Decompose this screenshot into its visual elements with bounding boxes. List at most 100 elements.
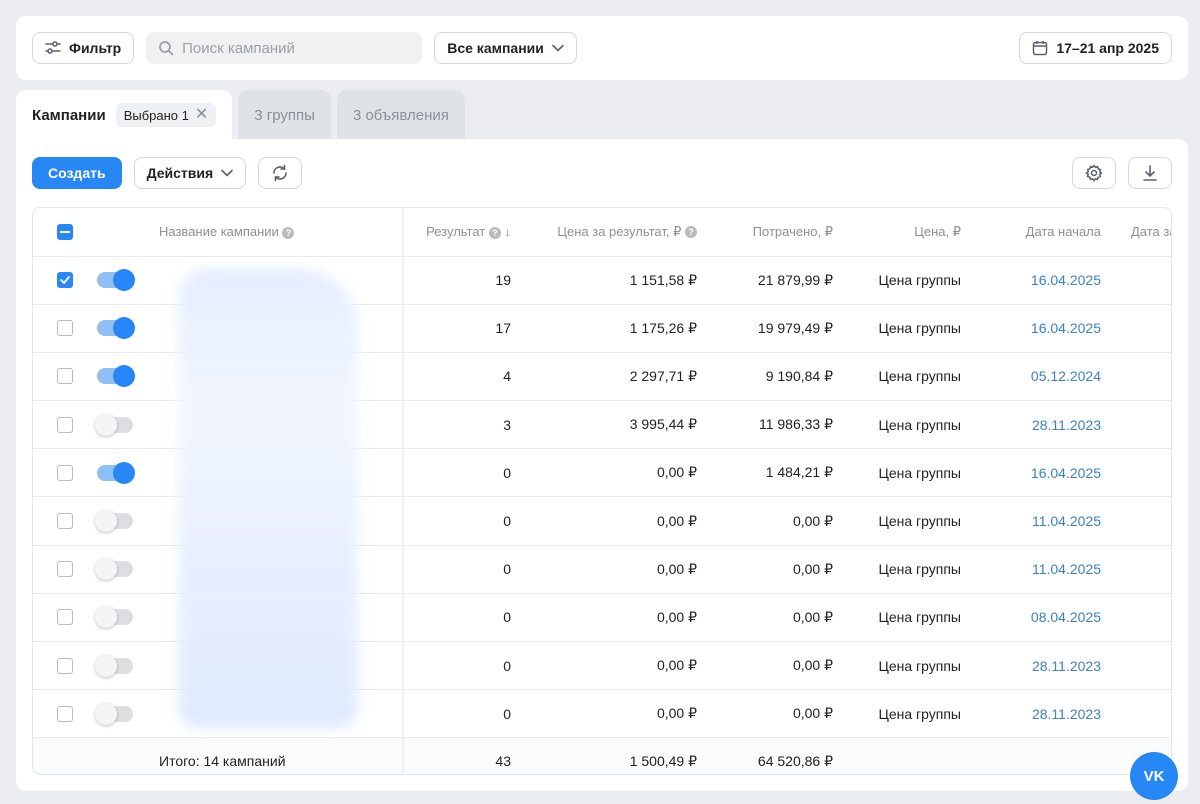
date-range-button[interactable]: 17–21 апр 2025 [1019,32,1172,64]
campaign-name-cell[interactable] [159,689,404,739]
campaign-name-cell[interactable] [159,545,404,594]
actions-dropdown[interactable]: Действия [133,157,247,189]
row-toggle-cell [93,400,159,450]
help-icon[interactable]: ? [282,226,295,239]
create-button[interactable]: Создать [32,157,122,189]
campaigns-table-container: Название кампании ? Результат ? ↓ Цена з… [32,207,1172,775]
header-spent-label: Потрачено, ₽ [752,223,833,239]
table-row[interactable]: 00,00 ₽0,00 ₽Цена группы11.04.2025Н [33,545,1171,594]
campaign-scope-value: Все кампании [447,40,544,56]
header-start-date[interactable]: Дата начала [969,208,1109,257]
campaign-status-toggle[interactable] [97,317,135,340]
start-date-link[interactable]: 16.04.2025 [969,304,1109,353]
row-select-cell [33,400,93,450]
help-icon[interactable]: ? [685,226,697,239]
result-cell: 0 [403,641,519,691]
refresh-button[interactable] [258,157,303,189]
start-date-link[interactable]: 11.04.2025 [969,496,1109,546]
header-cost-label: Цена за результат, ₽ [557,223,682,239]
table-row[interactable]: 33 995,44 ₽11 986,33 ₽ Цена группы 28.11.2… [33,400,1171,450]
campaign-name-cell[interactable] [159,593,404,643]
footer-empty [841,737,969,774]
help-icon[interactable]: ? [488,226,501,239]
campaign-status-toggle[interactable] [97,269,135,292]
table-row[interactable]: 00,00 ₽1 484,21 ₽Цена группы16.04.2025Н [33,448,1171,498]
table-row[interactable]: 00,00 ₽0,00 ₽Цена группы11.04.2025Н [33,496,1171,546]
row-checkbox[interactable] [57,513,73,530]
start-date-link[interactable]: 28.11.2023 [969,689,1109,739]
header-name[interactable]: Название кампании ? [159,208,404,257]
download-button[interactable] [1128,157,1172,189]
filter-button-label: Фильтр [69,40,122,56]
header-result[interactable]: Результат ? ↓ [403,208,519,257]
table-row[interactable]: 17 1 175,26 ₽19 979,49 ₽ Цена группы 16.04.… [33,304,1171,353]
vk-help-button[interactable]: VK [1130,752,1178,800]
row-checkbox[interactable] [57,368,73,385]
select-all-checkbox[interactable] [57,223,73,240]
row-checkbox[interactable] [57,272,73,289]
table-row[interactable]: 00,00 ₽0,00 ₽Цена группы28.11.2023Н [33,641,1171,691]
end-date-cell: Н [1109,400,1171,450]
tab-groups[interactable]: 3 группы [238,90,331,140]
tab-ads[interactable]: 3 объявления [336,90,465,140]
campaign-scope-select[interactable]: Все кампании [434,32,577,64]
campaigns-table: Название кампании ? Результат ? ↓ Цена з… [33,208,1171,774]
start-date-link[interactable]: 28.11.2023 [969,400,1109,450]
campaign-name-cell[interactable] [159,352,404,402]
campaign-status-toggle[interactable] [95,413,133,436]
row-checkbox[interactable] [57,320,73,337]
tab-campaigns[interactable]: Кампании Выбрано 1 ✕ [16,90,233,140]
checkmark-icon [60,276,70,285]
settings-button[interactable] [1072,157,1116,189]
table-row[interactable]: 19 1 151,58 ₽21 879,99 ₽ Цена группы 16.04.… [33,256,1171,305]
end-date-cell: Н [1109,593,1171,643]
row-checkbox[interactable] [57,561,73,578]
row-toggle-cell [93,593,159,643]
row-checkbox[interactable] [57,416,73,433]
start-date-link[interactable]: 28.11.2023 [969,641,1109,691]
table-row[interactable]: 00,00 ₽0,00 ₽Цена группы08.04.2025Н [33,593,1171,643]
row-checkbox[interactable] [57,464,73,481]
cost-per-result-cell: 1 175,26 ₽ [519,304,705,353]
campaign-name-cell[interactable] [159,496,404,546]
end-date-cell: Н [1109,545,1171,594]
campaign-search[interactable] [146,32,423,64]
header-spent[interactable]: Потрачено, ₽ [705,208,841,257]
campaign-name-cell[interactable] [159,304,404,353]
table-row[interactable]: 00,00 ₽0,00 ₽Цена группы28.11.2023Н [33,689,1171,739]
price-cell: Цена группы [841,545,969,594]
campaign-status-toggle[interactable] [95,606,133,629]
start-date-link[interactable]: 16.04.2025 [969,448,1109,498]
cost-per-result-cell: 0,00 ₽ [519,593,705,643]
row-checkbox[interactable] [57,705,73,722]
campaign-name-cell[interactable] [159,448,404,498]
start-date-link[interactable]: 11.04.2025 [969,545,1109,594]
campaign-status-toggle[interactable] [97,365,135,388]
campaign-status-toggle[interactable] [95,510,133,533]
filter-button[interactable]: Фильтр [32,32,135,64]
header-end-date[interactable]: Дата за [1109,208,1171,257]
close-icon[interactable]: ✕ [195,107,208,123]
start-date-link[interactable]: 08.04.2025 [969,593,1109,643]
gear-icon [1085,164,1103,182]
start-date-link[interactable]: 16.04.2025 [969,256,1109,305]
search-input[interactable] [182,39,411,57]
cost-per-result-cell: 2 297,71 ₽ [519,352,705,402]
start-date-link[interactable]: 05.12.2024 [969,352,1109,402]
toggle-knob [113,365,135,388]
campaign-status-toggle[interactable] [95,654,133,677]
campaign-status-toggle[interactable] [97,461,135,484]
header-price-label: Цена, ₽ [914,223,961,239]
header-price[interactable]: Цена, ₽ [841,208,969,257]
table-row[interactable]: 42 297,71 ₽9 190,84 ₽ Цена группы 05.12.20… [33,352,1171,402]
footer-empty [93,737,159,774]
header-cost-per-result[interactable]: Цена за результат, ₽ ? [519,208,705,257]
row-checkbox[interactable] [57,609,73,626]
campaign-name-cell[interactable] [159,400,404,450]
campaign-name-cell[interactable] [159,256,404,305]
campaign-name-cell[interactable] [159,641,404,691]
row-checkbox[interactable] [57,657,73,674]
campaign-status-toggle[interactable] [95,702,133,725]
minus-icon [60,230,70,233]
campaign-status-toggle[interactable] [95,558,133,581]
